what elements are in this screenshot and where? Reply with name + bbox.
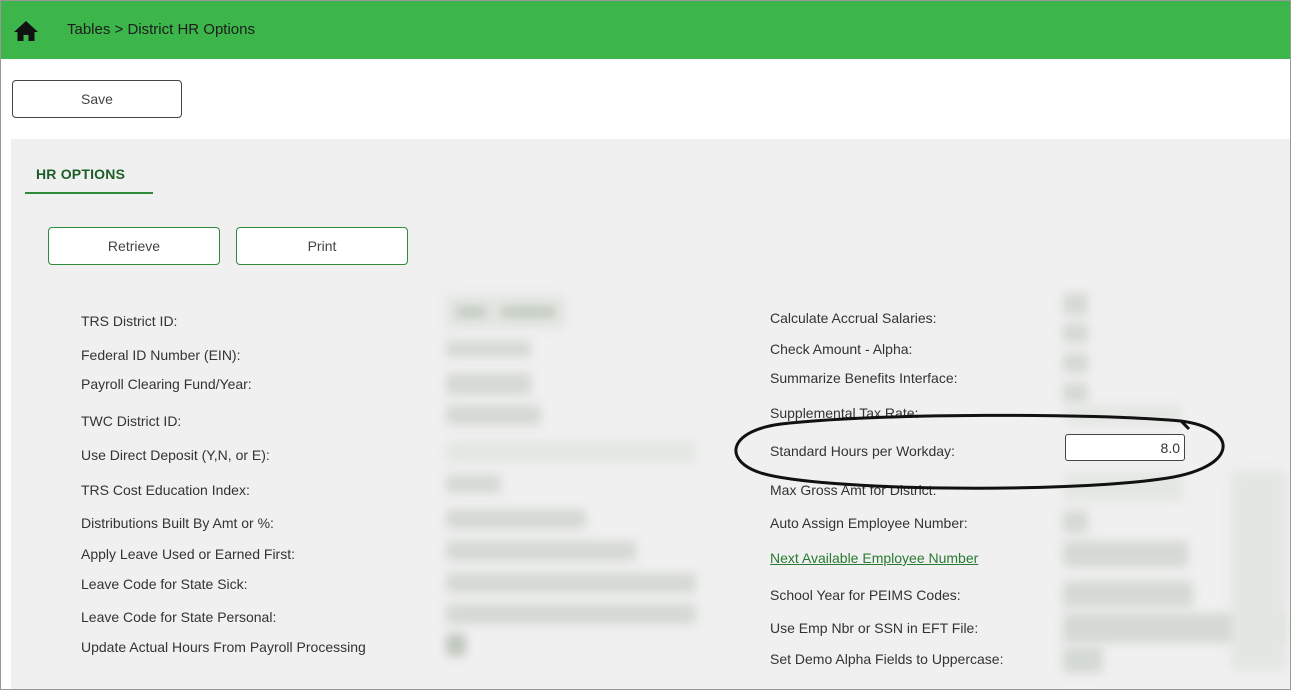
label-calc-accrual: Calculate Accrual Salaries: [770, 310, 937, 326]
blurred-value [446, 373, 531, 395]
blurred-value [446, 573, 696, 593]
label-demo-alpha: Set Demo Alpha Fields to Uppercase: [770, 651, 1004, 667]
label-auto-assign: Auto Assign Employee Number: [770, 515, 968, 531]
label-check-amount: Check Amount - Alpha: [770, 341, 913, 357]
print-button[interactable]: Print [236, 227, 408, 265]
label-update-hours: Update Actual Hours From Payroll Process… [81, 639, 366, 655]
label-standard-hours: Standard Hours per Workday: [770, 443, 955, 459]
save-button[interactable]: Save [12, 80, 182, 118]
blurred-value [501, 307, 556, 317]
label-federal-id: Federal ID Number (EIN): [81, 347, 241, 363]
blurred-value [1063, 323, 1088, 343]
label-apply-leave: Apply Leave Used or Earned First: [81, 546, 295, 562]
blurred-value [456, 307, 486, 317]
breadcrumb: Tables > District HR Options [67, 21, 255, 38]
label-direct-deposit: Use Direct Deposit (Y,N, or E): [81, 447, 270, 463]
label-supplemental-tax: Supplemental Tax Rate: [770, 405, 919, 421]
blurred-value [446, 509, 586, 529]
blurred-value [1063, 647, 1103, 673]
label-trs-cost-index: TRS Cost Education Index: [81, 482, 250, 498]
label-trs-district-id: TRS District ID: [81, 313, 178, 329]
label-payroll-clearing: Payroll Clearing Fund/Year: [81, 376, 252, 392]
blurred-value [1231, 471, 1286, 671]
app-window: Tables > District HR Options Save HR OPT… [0, 0, 1291, 690]
label-emp-nbr-ssn: Use Emp Nbr or SSN in EFT File: [770, 620, 979, 636]
blurred-value [446, 604, 696, 624]
blurred-value [1063, 353, 1088, 373]
blurred-value [1063, 383, 1088, 403]
blurred-value [446, 634, 466, 656]
next-employee-number-link[interactable]: Next Available Employee Number [770, 550, 978, 566]
blurred-value [446, 475, 501, 493]
blurred-value [1066, 405, 1181, 425]
label-twc-district-id: TWC District ID: [81, 413, 182, 429]
tab-hr-options[interactable]: HR OPTIONS [36, 166, 125, 182]
label-leave-sick: Leave Code for State Sick: [81, 576, 248, 592]
blurred-value [446, 441, 696, 463]
blurred-value [1063, 473, 1183, 501]
home-icon[interactable] [13, 20, 39, 42]
blurred-value [446, 405, 541, 425]
blurred-value [1063, 541, 1188, 567]
header-bar: Tables > District HR Options [1, 1, 1290, 59]
tab-underline [25, 192, 153, 194]
standard-hours-input[interactable] [1065, 434, 1185, 461]
blurred-value [1063, 511, 1088, 533]
label-max-gross: Max Gross Amt for District: [770, 482, 937, 498]
label-school-year-peims: School Year for PEIMS Codes: [770, 587, 961, 603]
blurred-value [446, 541, 636, 561]
retrieve-button[interactable]: Retrieve [48, 227, 220, 265]
label-summarize-benefits: Summarize Benefits Interface: [770, 370, 958, 386]
label-leave-personal: Leave Code for State Personal: [81, 609, 277, 625]
blurred-value [446, 341, 531, 357]
blurred-value [1063, 293, 1088, 315]
blurred-value [1063, 581, 1193, 607]
label-distributions: Distributions Built By Amt or %: [81, 515, 274, 531]
